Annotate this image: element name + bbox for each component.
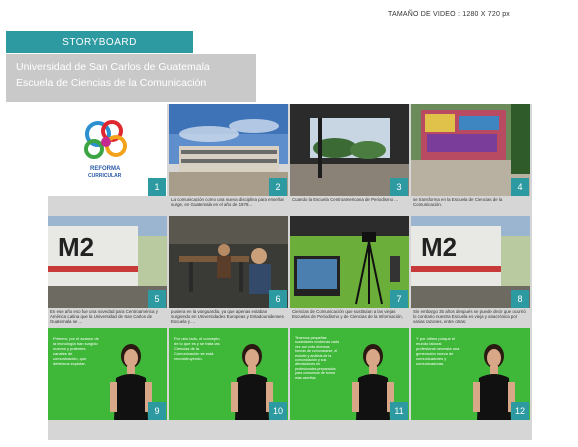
video-size-label: TAMAÑO DE VIDEO : 1280 X 720 px: [388, 11, 511, 18]
frame-number: 3: [390, 178, 408, 196]
frame-caption: Ciencias de Comunicación que sustituían …: [292, 309, 403, 320]
logo-text-2: CURRICULAR: [88, 173, 122, 179]
frame-overlay-text: Por otro lado, el concepto de lo que es …: [174, 336, 220, 361]
frame-number: 2: [269, 178, 287, 196]
frame-number: 12: [511, 402, 529, 420]
frame-caption: Sin embargo 35 años después se puede dec…: [413, 309, 526, 325]
frame-number: 7: [390, 290, 408, 308]
frame-8: M2 8 Sin embargo 35 años después se pued…: [411, 216, 532, 328]
storyboard-tab: STORYBOARD: [6, 31, 193, 53]
storyboard-grid: REFORMA CURRICULAR 1 2 La comunicación c…: [48, 104, 532, 440]
frame-3: 3 Cuando la Escuela Centroamericana de P…: [290, 104, 411, 216]
frame-number: 5: [148, 290, 166, 308]
frame-11: Tenemos pequeñas sociedades modernas cad…: [290, 328, 411, 422]
frame-number: 1: [148, 178, 166, 196]
logo-text-1: REFORMA: [90, 166, 121, 172]
frame-number: 10: [269, 402, 287, 420]
frame-7: 7 Ciencias de Comunicación que sustituía…: [290, 216, 411, 328]
frame-2: 2 La comunicación como una nueva discipl…: [169, 104, 290, 216]
frame-1: REFORMA CURRICULAR 1: [48, 104, 169, 216]
frame-number: 4: [511, 178, 529, 196]
svg-text:M2: M2: [58, 232, 94, 262]
frame-overlay-text: Tenemos pequeñas sociedades modernas cad…: [295, 336, 339, 380]
frame-5: M2 5 En ese año eso fue una novedad para…: [48, 216, 169, 328]
frame-caption: La comunicación como una nueva disciplin…: [171, 197, 285, 208]
frame-10: Por otro lado, el concepto de lo que es …: [169, 328, 290, 422]
frame-4: 4 se transforma en la Escuela de Ciencia…: [411, 104, 532, 216]
frame-overlay-text: Primero, por el avance de la tecnología …: [53, 336, 99, 366]
frame-caption: se transforma en la Escuela de Ciencias …: [413, 197, 503, 208]
frame-12: Y por último porque el mundo laboral pro…: [411, 328, 532, 422]
frame-number: 6: [269, 290, 287, 308]
frame-caption: En ese año eso fue una novedad para Cent…: [50, 309, 158, 325]
frame-caption: Cuando la Escuela Centroamericana de Per…: [292, 197, 398, 202]
frame-overlay-text: Y por último porque el mundo laboral pro…: [416, 336, 460, 366]
frame-6: 6 pusiera en la vanguardia, ya que apena…: [169, 216, 290, 328]
svg-text:M2: M2: [421, 232, 457, 262]
frame-number: 9: [148, 402, 166, 420]
frame-9: Primero, por el avance de la tecnología …: [48, 328, 169, 422]
school-name: Escuela de Ciencias de la Comunicación: [16, 77, 207, 89]
frame-number: 8: [511, 290, 529, 308]
university-name: Universidad de San Carlos de Guatemala: [16, 61, 210, 73]
header-block: Universidad de San Carlos de Guatemala E…: [6, 54, 256, 102]
frame-caption: pusiera en la vanguardia, ya que apenas …: [171, 309, 284, 325]
frame-number: 11: [390, 402, 408, 420]
